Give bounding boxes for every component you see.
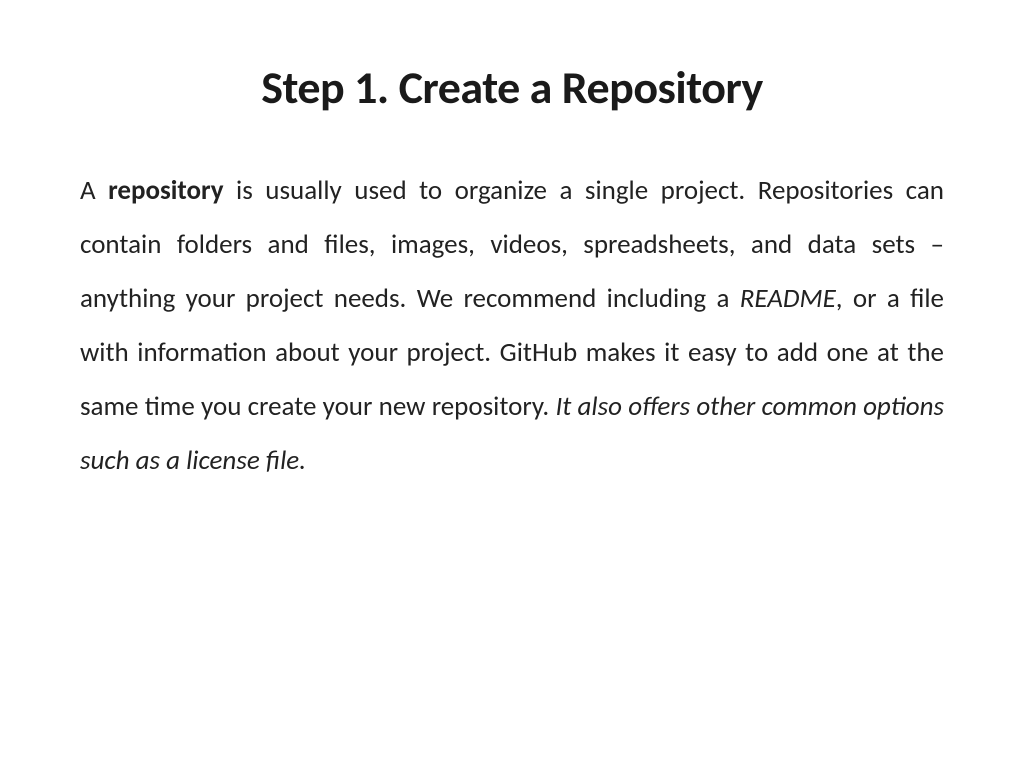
body-paragraph: A repository is usually used to organize… (80, 164, 944, 488)
slide-title: Step 1. Create a Repository (80, 60, 944, 116)
para-italic-readme: README (740, 282, 836, 315)
para-bold-repository: repository (108, 174, 223, 207)
para-text-prefix: A (80, 174, 108, 207)
